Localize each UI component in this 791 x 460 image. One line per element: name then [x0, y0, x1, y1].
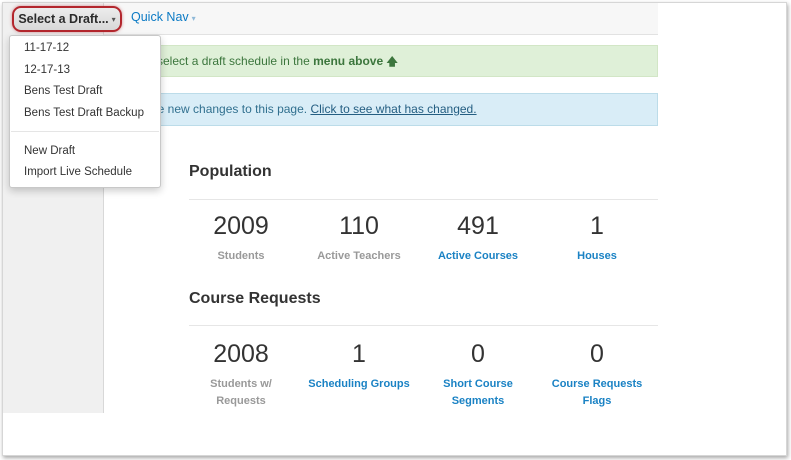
stat-students-with-requests: 2008 Students w/ Requests [186, 340, 296, 410]
new-draft-item[interactable]: New Draft [24, 145, 75, 157]
changes-alert: are new changes to this page. Click to s… [104, 93, 658, 126]
quick-nav-menu[interactable]: Quick Nav ▾ [131, 10, 196, 24]
stat-active-courses[interactable]: 491 Active Courses [423, 212, 533, 265]
course-requests-flags-link[interactable]: Course Requests Flags [549, 376, 645, 410]
chevron-down-icon: ▾ [191, 14, 196, 23]
draft-select-alert: e select a draft schedule in the menu ab… [104, 45, 658, 77]
active-courses-link[interactable]: Active Courses [423, 248, 533, 265]
dropdown-item-draft[interactable]: 12-17-13 [24, 64, 70, 76]
dropdown-divider [11, 131, 159, 132]
stat-value: 1 [590, 212, 604, 240]
dropdown-item-draft[interactable]: 11-17-12 [24, 42, 69, 54]
section-divider [189, 325, 658, 326]
stat-label: Active Teachers [317, 250, 401, 262]
stat-value: 0 [590, 340, 604, 368]
app-window: Select a Draft... ▾ Quick Nav ▾ e select … [0, 0, 791, 460]
stat-scheduling-groups[interactable]: 1 Scheduling Groups [304, 340, 414, 393]
chevron-down-icon: ▾ [111, 14, 116, 24]
alert-text: e select a draft schedule in the [147, 54, 310, 68]
stat-label: Students w/ Requests [210, 378, 272, 407]
select-draft-label: Select a Draft... [18, 12, 109, 26]
stat-value: 2008 [213, 340, 269, 368]
stat-value: 2009 [213, 212, 269, 240]
import-live-schedule-item[interactable]: Import Live Schedule [24, 166, 132, 178]
draft-dropdown-menu: 11-17-12 12-17-13 Bens Test Draft Bens T… [9, 35, 161, 188]
stat-active-teachers: 110 Active Teachers [304, 212, 414, 265]
stat-value: 491 [457, 212, 499, 240]
stat-label: Students [217, 250, 265, 262]
scheduling-groups-link[interactable]: Scheduling Groups [304, 376, 414, 393]
alert-text: are new changes to this page. [147, 102, 308, 116]
houses-link[interactable]: Houses [542, 248, 652, 265]
quick-nav-label: Quick Nav [131, 10, 189, 24]
stat-value: 1 [352, 340, 366, 368]
course-requests-title: Course Requests [189, 290, 321, 307]
see-changes-link[interactable]: Click to see what has changed. [310, 102, 476, 116]
section-divider [189, 199, 658, 200]
alert-bold-text: menu above [313, 54, 384, 68]
population-title: Population [189, 163, 272, 180]
short-course-segments-link[interactable]: Short Course Segments [440, 376, 516, 410]
stat-value: 110 [339, 212, 379, 240]
stat-value: 0 [471, 340, 485, 368]
arrow-up-icon: 🡅 [386, 56, 398, 68]
stat-short-course-segments[interactable]: 0 Short Course Segments [423, 340, 533, 410]
dropdown-item-draft[interactable]: Bens Test Draft Backup [24, 107, 144, 119]
stat-students: 2009 Students [186, 212, 296, 265]
dropdown-item-draft[interactable]: Bens Test Draft [24, 85, 102, 97]
stat-houses[interactable]: 1 Houses [542, 212, 652, 265]
select-draft-button[interactable]: Select a Draft... ▾ [12, 6, 122, 32]
stat-course-requests-flags[interactable]: 0 Course Requests Flags [542, 340, 652, 410]
